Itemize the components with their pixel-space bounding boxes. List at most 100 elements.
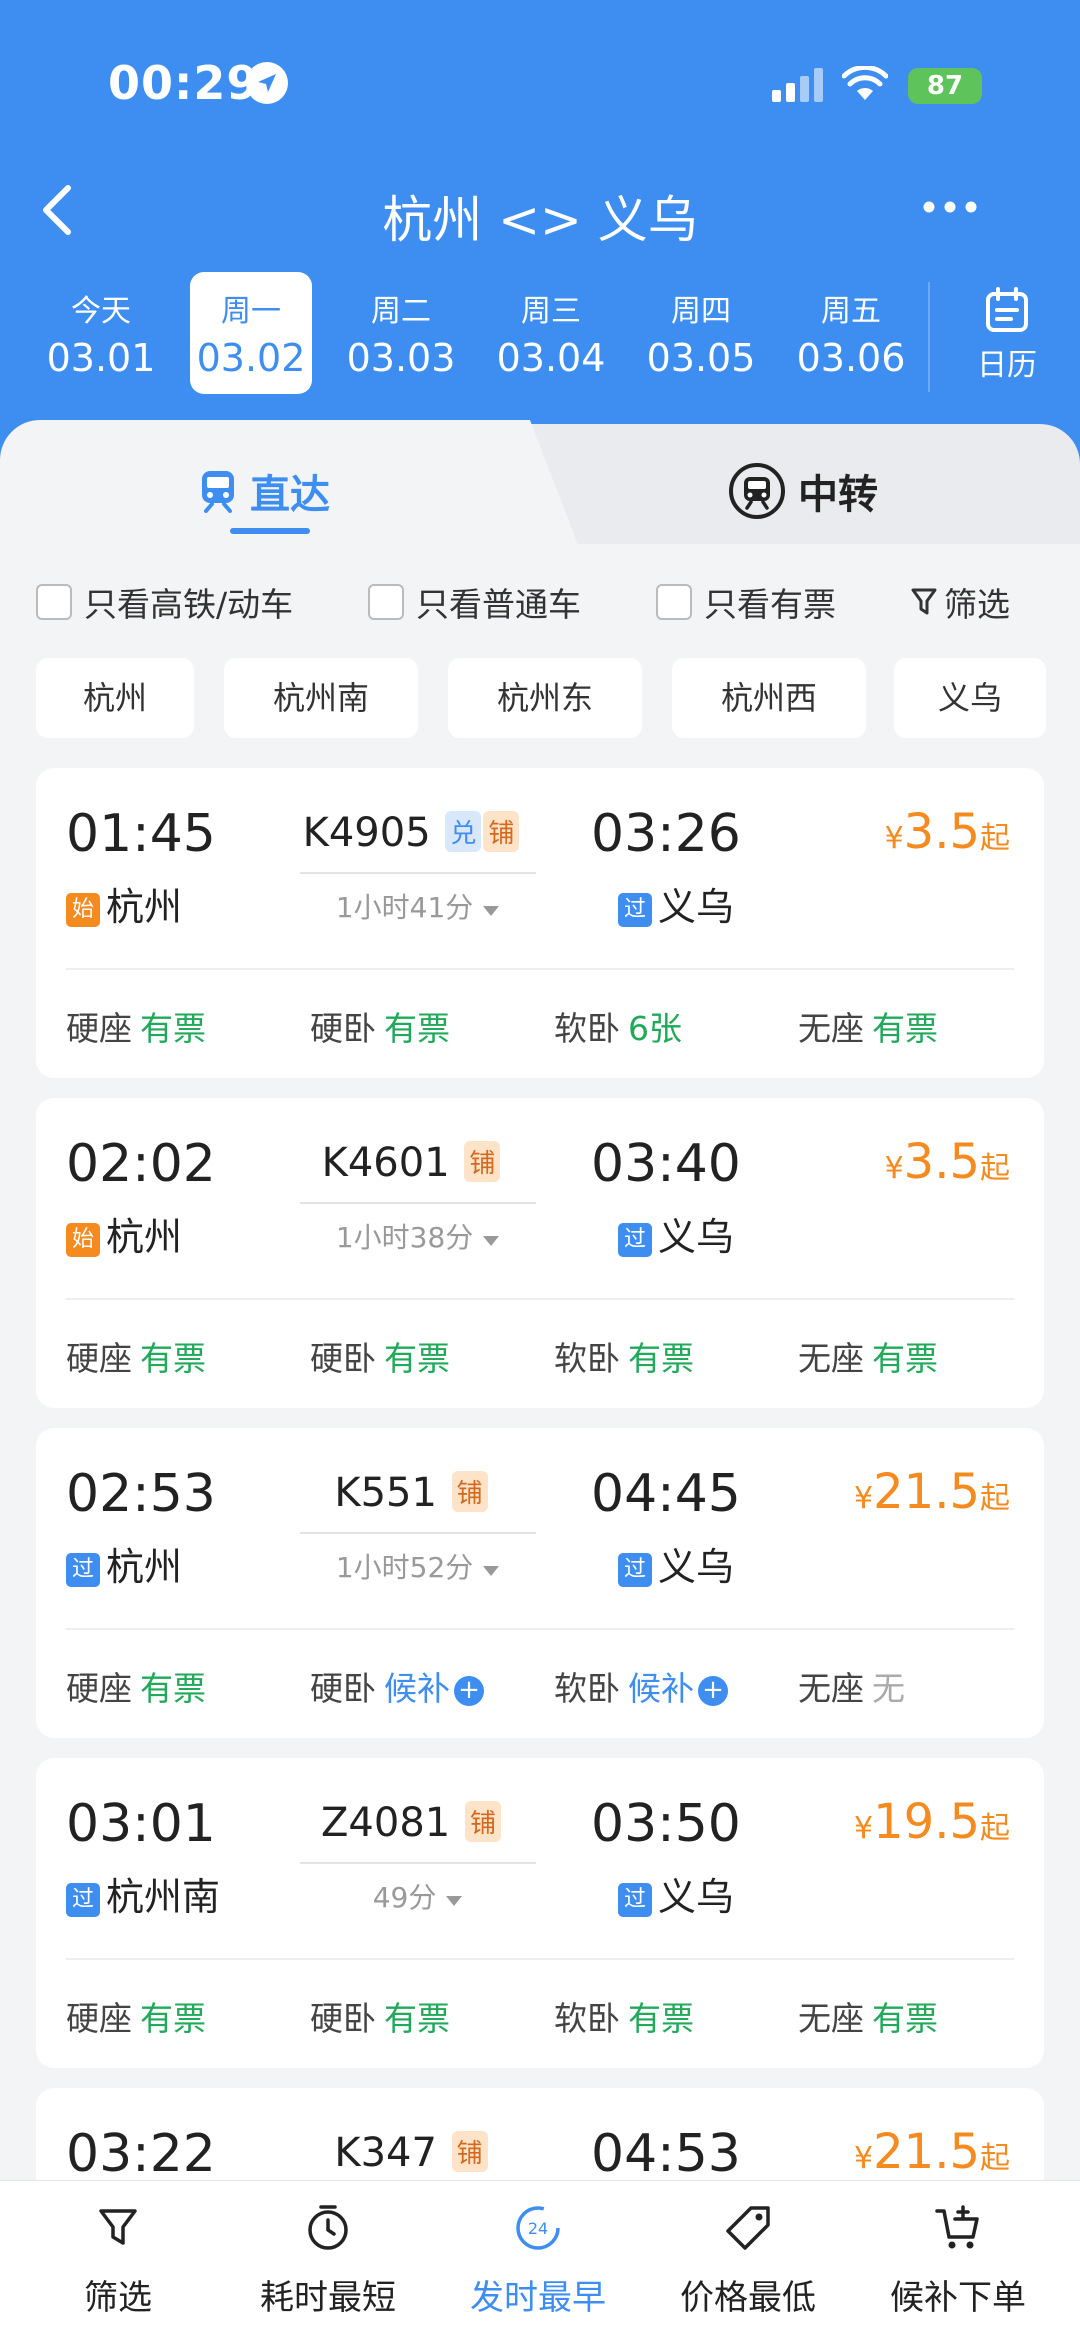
filter-hsr-checkbox[interactable]: 只看高铁/动车 (36, 578, 293, 626)
tab-transfer-label: 中转 (798, 472, 878, 518)
seat-info: 硬座 有票 (66, 1992, 206, 2040)
seat-info: 软卧 6张 (554, 1002, 682, 1050)
sleeper-badge: 铺 (451, 2131, 488, 2172)
trip-duration[interactable]: 1小时41分 (300, 872, 536, 926)
seat-info: 硬座 有票 (66, 1662, 206, 1710)
tab-direct-label: 直达 (250, 472, 330, 518)
ticket-price: ¥21.5起 (854, 1464, 1010, 1520)
sleeper-badge: 铺 (483, 811, 520, 852)
sleeper-badge: 铺 (451, 1471, 488, 1512)
filter-available-label: 只看有票 (704, 585, 836, 624)
duration-text: 1小时38分 (335, 1221, 474, 1254)
seat-status: 候补 (628, 1669, 694, 1708)
date-weekday: 周三 (521, 294, 581, 329)
chevron-down-icon (446, 1896, 463, 1906)
train-card[interactable]: 01:45 K4905 兑铺 03:26 ¥3.5起 始杭州 1小时41分 过义… (36, 768, 1044, 1078)
date-selector: 今天 03.01 周一 03.02 周二 03.03 周三 03.04 周四 0… (0, 272, 1080, 394)
filter-available-checkbox[interactable]: 只看有票 (656, 578, 836, 626)
cart-plus-icon (935, 2205, 979, 2249)
price-tag-icon (726, 2206, 770, 2250)
date-weekday: 周五 (821, 294, 881, 329)
seat-status: 有票 (140, 1669, 206, 1708)
transfer-train-icon (729, 463, 785, 519)
checkbox-icon (36, 584, 72, 620)
arrival-station: 过义乌 (618, 1206, 734, 1261)
date-item[interactable]: 周四 03.05 (640, 272, 762, 394)
departure-station: 过杭州 (66, 1536, 182, 1591)
station-chip[interactable]: 杭州南 (224, 658, 418, 738)
date-item-selected[interactable]: 周一 03.02 (190, 272, 312, 394)
seat-info: 硬座 有票 (66, 1332, 206, 1380)
seat-status: 有票 (384, 1009, 450, 1048)
seat-info: 硬卧 有票 (310, 1002, 450, 1050)
duration-text: 49分 (372, 1881, 437, 1914)
seat-info-waitlist[interactable]: 软卧 候补 + (554, 1662, 728, 1710)
duration-text: 1小时52分 (335, 1551, 474, 1584)
price-value: 19.5 (873, 1794, 980, 1850)
station-chip[interactable]: 杭州西 (672, 658, 866, 738)
waitlist-add-icon[interactable]: + (698, 1676, 728, 1706)
seat-type: 无座 (798, 1339, 864, 1378)
arrival-time: 04:45 (591, 1464, 741, 1524)
train-card[interactable]: 02:02 K4601 铺 03:40 ¥3.5起 始杭州 1小时38分 过义乌… (36, 1098, 1044, 1408)
station-chip[interactable]: 杭州 (36, 658, 194, 738)
date-weekday: 今天 (71, 294, 131, 329)
date-item[interactable]: 周二 03.03 (340, 272, 462, 394)
more-options-icon[interactable] (922, 200, 978, 214)
card-divider (66, 1958, 1014, 1960)
filter-normal-checkbox[interactable]: 只看普通车 (368, 578, 581, 626)
tab-direct[interactable]: 直达 (198, 462, 330, 520)
filter-screen-button[interactable]: 筛选 (910, 578, 1010, 626)
bottom-filter-button[interactable]: 筛选 (18, 2203, 218, 2319)
departure-station-name: 杭州 (106, 1545, 183, 1589)
status-bar: 00:29 87 (0, 56, 1080, 116)
yen-symbol: ¥ (854, 2141, 874, 2176)
seat-status: 有票 (140, 1009, 206, 1048)
train-number: K4601 铺 (286, 1140, 536, 1186)
station-chips: 杭州 杭州南 杭州东 杭州西 义乌 (0, 658, 1080, 740)
waitlist-order-button[interactable]: 候补下单 (858, 2203, 1058, 2319)
seat-info: 无座 有票 (798, 1332, 938, 1380)
seat-status: 无 (872, 1669, 905, 1708)
seat-status: 有票 (872, 1339, 938, 1378)
date-item[interactable]: 周三 03.04 (490, 272, 612, 394)
departure-time: 01:45 (66, 804, 216, 864)
origin-tag: 始 (66, 893, 100, 927)
date-weekday: 周一 (221, 294, 281, 329)
train-card[interactable]: 02:53 K551 铺 04:45 ¥21.5起 过杭州 1小时52分 过义乌… (36, 1428, 1044, 1738)
station-chip[interactable]: 杭州东 (448, 658, 642, 738)
date-item[interactable]: 周五 03.06 (790, 272, 912, 394)
trip-duration[interactable]: 49分 (300, 1862, 536, 1916)
seat-info: 硬卧 有票 (310, 1332, 450, 1380)
calendar-button[interactable]: 日历 (955, 286, 1059, 384)
trip-duration[interactable]: 1小时38分 (300, 1202, 536, 1256)
waitlist-order-label: 候补下单 (890, 2278, 1026, 2318)
trip-duration[interactable]: 1小时52分 (300, 1532, 536, 1586)
date-item[interactable]: 今天 03.01 (40, 272, 162, 394)
pass-through-tag: 过 (66, 1883, 100, 1917)
sort-shortest-button[interactable]: 耗时最短 (228, 2203, 428, 2319)
pass-through-tag: 过 (618, 893, 652, 927)
train-number-label: K347 (334, 2130, 437, 2176)
clock-24-label: 24 (528, 2219, 548, 2238)
seat-type: 无座 (798, 1999, 864, 2038)
ticket-price: ¥3.5起 (885, 1134, 1010, 1190)
sort-cheapest-button[interactable]: 价格最低 (648, 2203, 848, 2319)
seat-info-waitlist[interactable]: 硬卧 候补 + (310, 1662, 484, 1710)
sort-earliest-button[interactable]: 24 发时最早 (438, 2203, 638, 2319)
seat-status: 候补 (384, 1669, 450, 1708)
waitlist-add-icon[interactable]: + (454, 1676, 484, 1706)
yen-symbol: ¥ (854, 1481, 874, 1516)
station-chip[interactable]: 义乌 (894, 658, 1046, 738)
yen-symbol: ¥ (884, 821, 904, 856)
tab-transfer[interactable]: 中转 (728, 462, 878, 520)
train-card[interactable]: 03:01 Z4081 铺 03:50 ¥19.5起 过杭州南 49分 过义乌 … (36, 1758, 1044, 2068)
chevron-down-icon (483, 906, 500, 916)
train-number: K551 铺 (286, 1470, 536, 1516)
seat-info: 无座 有票 (798, 1002, 938, 1050)
pass-through-tag: 过 (66, 1553, 100, 1587)
card-divider (66, 1298, 1014, 1300)
train-number: Z4081 铺 (286, 1800, 536, 1846)
seat-type: 硬座 (66, 1999, 132, 2038)
seat-info: 软卧 有票 (554, 1992, 694, 2040)
